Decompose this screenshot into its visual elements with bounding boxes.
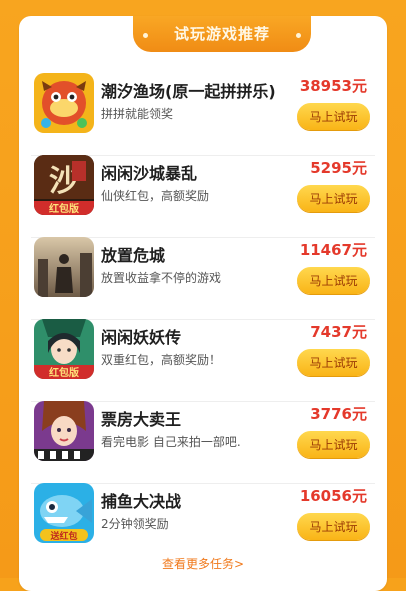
game-list: 潮汐渔场(原一起拼拼乐) 拼拼就能领奖 38953元 马上试玩 沙 红包版 闲闲… [19,73,387,566]
decor-dot-right [296,33,301,38]
game-description: 放置收益拿不停的游戏 [101,271,222,285]
reward-amount: 38953元 [299,77,367,95]
try-now-button[interactable]: 马上试玩 [297,431,370,458]
sand-city-game-icon[interactable]: 沙 红包版 [34,155,94,215]
red-packet-badge: 红包版 [49,202,79,215]
game-description: 仙侠红包，高额奖励 [101,189,210,203]
game-description: 双重红包，高额奖励！ [101,353,222,367]
game-name: 闲闲妖妖传 [101,328,182,347]
reward-amount: 5295元 [310,159,367,177]
view-more-tasks-link[interactable]: 查看更多任务> [19,555,387,572]
reward-amount: 7437元 [310,323,367,341]
try-now-button[interactable]: 马上试玩 [297,103,370,130]
section-title-tab: 试玩游戏推荐 [133,16,311,52]
game-name: 潮汐渔场(原一起拼拼乐) [101,82,276,101]
try-now-button[interactable]: 马上试玩 [297,267,370,294]
fish-farm-game-icon[interactable] [34,73,94,133]
try-now-button[interactable]: 马上试玩 [297,513,370,540]
list-item[interactable]: 送红包 捕鱼大决战 2分钟领奖励 16056元 马上试玩 [19,483,387,566]
fishing-battle-game-icon[interactable]: 送红包 [34,483,94,543]
decor-dot-left [143,33,148,38]
danger-city-game-icon[interactable] [34,237,94,297]
list-item[interactable]: 放置危城 放置收益拿不停的游戏 11467元 马上试玩 [19,237,387,320]
game-description: 拼拼就能领奖 [101,107,174,121]
red-packet-badge: 送红包 [49,530,77,542]
list-item[interactable]: 沙 红包版 闲闲沙城暴乱 仙侠红包，高额奖励 5295元 马上试玩 [19,155,387,238]
try-now-button[interactable]: 马上试玩 [297,185,370,212]
red-packet-badge: 红包版 [49,366,79,379]
game-name: 票房大卖王 [101,410,182,429]
game-description: 看完电影 自己来拍一部吧. [101,435,241,449]
reward-amount: 3776元 [310,405,367,423]
game-name: 闲闲沙城暴乱 [101,164,198,183]
list-item[interactable]: 潮汐渔场(原一起拼拼乐) 拼拼就能领奖 38953元 马上试玩 [19,73,387,156]
list-item[interactable]: 红包版 闲闲妖妖传 双重红包，高额奖励！ 7437元 马上试玩 [19,319,387,402]
fairy-legend-game-icon[interactable]: 红包版 [34,319,94,379]
game-recommend-card: 试玩游戏推荐 潮汐渔场(原一起拼拼乐) 拼拼就能领奖 38953元 马上试玩 沙… [19,16,387,591]
try-now-button[interactable]: 马上试玩 [297,349,370,376]
section-title: 试玩游戏推荐 [173,24,270,43]
game-name: 放置危城 [101,246,166,265]
game-description: 2分钟领奖励 [101,517,169,531]
box-office-game-icon[interactable] [34,401,94,461]
game-name: 捕鱼大决战 [101,492,182,511]
page-background: 试玩游戏推荐 潮汐渔场(原一起拼拼乐) 拼拼就能领奖 38953元 马上试玩 沙… [0,0,406,591]
list-item[interactable]: 票房大卖王 看完电影 自己来拍一部吧. 3776元 马上试玩 [19,401,387,484]
reward-amount: 11467元 [299,241,367,259]
reward-amount: 16056元 [299,487,367,505]
